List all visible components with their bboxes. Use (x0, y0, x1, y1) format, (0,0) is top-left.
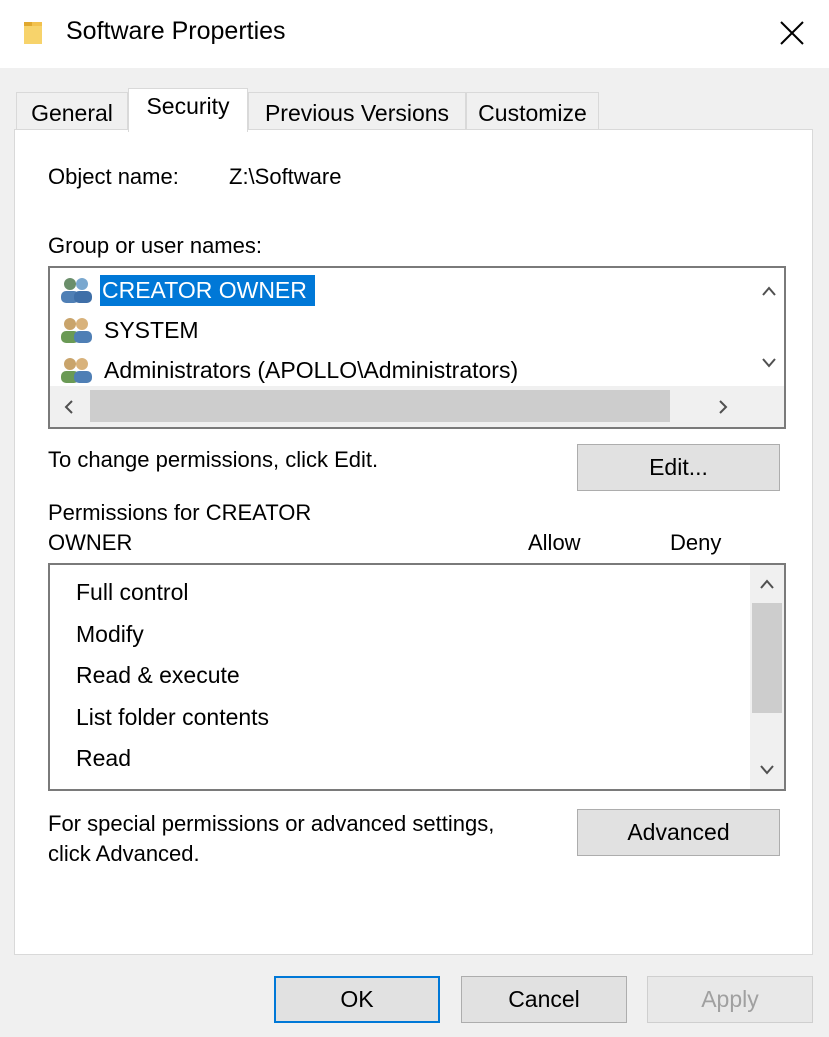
deny-column-header: Deny (670, 530, 722, 555)
scroll-down-icon[interactable] (754, 348, 784, 378)
object-name-label: Object name: (48, 164, 179, 189)
properties-dialog: Software Properties General Security Pre… (0, 0, 829, 1037)
folder-icon (24, 22, 42, 44)
permission-row-read-execute: Read & execute (76, 662, 240, 688)
security-panel: Object name: Z:\Software Group or user n… (14, 129, 813, 955)
group-or-user-names-label: Group or user names: (48, 233, 262, 258)
tab-previous-versions[interactable]: Previous Versions (248, 92, 466, 130)
users-group-icon (61, 278, 92, 303)
list-item-administrators[interactable]: Administrators (APOLLO\Administrators) (58, 351, 522, 389)
close-icon (780, 21, 804, 45)
allow-column-header: Allow (528, 530, 581, 555)
tab-customize[interactable]: Customize (466, 92, 599, 130)
scroll-right-icon[interactable] (708, 392, 738, 422)
window-title: Software Properties (66, 17, 286, 45)
tab-security[interactable]: Security (128, 88, 248, 132)
scroll-left-icon[interactable] (54, 392, 84, 422)
close-button[interactable] (769, 10, 815, 56)
users-group-icon (61, 318, 92, 343)
advanced-hint-line2: click Advanced. (48, 841, 200, 866)
permission-row-full-control: Full control (76, 579, 189, 605)
list-item-system[interactable]: SYSTEM (58, 311, 203, 349)
user-name: CREATOR OWNER (100, 274, 315, 306)
cancel-button[interactable]: Cancel (461, 976, 627, 1023)
scroll-down-icon[interactable] (752, 755, 782, 785)
object-name-value: Z:\Software (229, 164, 342, 189)
tab-strip: General Security Previous Versions Custo… (16, 88, 816, 132)
permissions-for-label-line2: OWNER (48, 530, 133, 555)
user-list-vertical-scrollbar[interactable] (754, 268, 784, 384)
permission-row-read: Read (76, 745, 131, 771)
user-list-horizontal-scrollbar[interactable] (50, 386, 784, 427)
scroll-up-icon[interactable] (754, 276, 784, 306)
advanced-button[interactable]: Advanced (577, 809, 780, 856)
advanced-hint-line1: For special permissions or advanced sett… (48, 811, 495, 836)
user-name: SYSTEM (104, 316, 199, 343)
users-group-icon (61, 358, 92, 383)
user-name: Administrators (APOLLO\Administrators) (104, 356, 519, 383)
permission-row-list-folder-contents: List folder contents (76, 704, 270, 730)
permissions-vertical-scrollbar[interactable] (750, 565, 784, 789)
list-item-creator-owner[interactable]: CREATOR OWNER (58, 271, 315, 309)
scroll-up-icon[interactable] (752, 569, 782, 599)
title-bar: Software Properties (0, 0, 829, 68)
horizontal-scroll-thumb[interactable] (90, 390, 670, 422)
change-permissions-hint: To change permissions, click Edit. (48, 447, 379, 472)
apply-button[interactable]: Apply (647, 976, 813, 1023)
tab-general[interactable]: General (16, 92, 128, 130)
vertical-scroll-thumb[interactable] (752, 603, 782, 713)
permission-row-modify: Modify (76, 621, 144, 647)
user-list[interactable]: CREATOR OWNER SYSTEM Administrators (APO… (48, 266, 786, 429)
edit-button[interactable]: Edit... (577, 444, 780, 491)
permissions-for-label-line1: Permissions for CREATOR (48, 500, 312, 525)
permissions-list[interactable]: Full control Modify Read & execute List … (48, 563, 786, 791)
ok-button[interactable]: OK (274, 976, 440, 1023)
